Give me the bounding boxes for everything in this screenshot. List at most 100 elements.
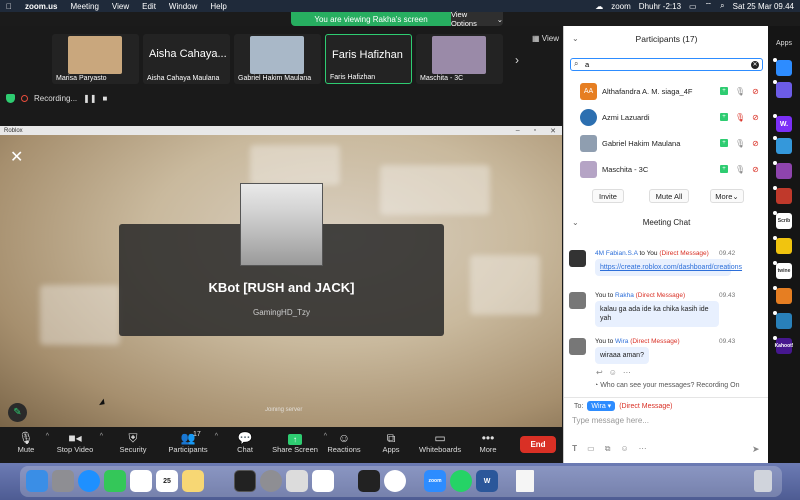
app-icon[interactable] — [773, 236, 792, 254]
file-icon[interactable]: ▭ — [587, 444, 595, 454]
chevron-up-icon[interactable]: ^ — [215, 433, 218, 440]
apple-icon[interactable]:  — [6, 2, 12, 11]
close-icon[interactable]: ✕ — [10, 147, 23, 167]
share-screen-button[interactable]: ↑ Share Screen ^ — [272, 431, 327, 454]
security-button[interactable]: ⛨ Security — [117, 431, 149, 454]
more-dots-icon[interactable]: ⋯ — [623, 368, 631, 377]
document-icon[interactable] — [516, 470, 534, 492]
battery-icon[interactable]: ▭ — [689, 2, 697, 11]
more-button[interactable]: ••• More — [477, 431, 499, 454]
trash-icon[interactable] — [754, 470, 772, 492]
app-icon[interactable] — [773, 311, 792, 329]
emoji-icon[interactable]: ☺ — [620, 444, 628, 454]
finder-icon[interactable] — [26, 470, 48, 492]
avatar — [569, 250, 586, 267]
microphone-icon[interactable]: 🎙 — [735, 139, 745, 148]
pause-recording-icon[interactable]: ❚❚ — [83, 94, 96, 103]
roblox-studio-icon[interactable] — [312, 470, 334, 492]
participant-row[interactable]: Azmi Lazuardi + 🎙 ⊘ — [564, 104, 769, 130]
terminal-icon[interactable] — [234, 470, 256, 492]
messages-icon[interactable] — [104, 470, 126, 492]
participants-button[interactable]: 👥 17 Participants ^ — [167, 431, 218, 454]
participant-row[interactable]: AA Althafandra A. M. siaga_4F + 🎙 ⊘ — [564, 78, 769, 104]
notes-icon[interactable] — [182, 470, 204, 492]
more-options-button[interactable]: More ⌄ — [710, 189, 744, 203]
mute-all-button[interactable]: Mute All — [649, 189, 689, 203]
search-icon[interactable]: ⌕ — [720, 1, 724, 11]
menu-help[interactable]: Help — [210, 2, 226, 11]
app-icon[interactable] — [773, 80, 792, 98]
view-button[interactable]: ▦ View — [532, 34, 559, 43]
chevron-up-icon[interactable]: ^ — [100, 433, 103, 440]
chrome-icon[interactable] — [384, 470, 406, 492]
shared-screen[interactable]: ✕ KBot [RUSH and JACK] GamingHD_Tzy Join… — [0, 135, 562, 427]
menu-view[interactable]: View — [112, 2, 129, 11]
stop-recording-icon[interactable]: ■ — [103, 94, 108, 103]
emoji-icon[interactable]: ☺ — [609, 368, 617, 377]
app-icon[interactable] — [773, 161, 792, 179]
app-icon[interactable] — [773, 286, 792, 304]
chevron-up-icon[interactable]: ^ — [46, 433, 49, 440]
chat-input[interactable]: Type message here... — [572, 416, 649, 425]
chat-bubble-icon: 💬 — [237, 431, 253, 445]
video-tile-active-speaker[interactable]: Faris Hafizhan Faris Hafizhan — [325, 34, 412, 84]
mute-button[interactable]: 🎙 Mute ^ — [12, 431, 49, 454]
participant-search-input[interactable] — [585, 59, 745, 69]
participant-row[interactable]: Maschita - 3C + 🎙 ⊘ — [564, 156, 769, 182]
apps-button[interactable]: ⧉ Apps — [380, 431, 402, 454]
preview-icon[interactable] — [286, 470, 308, 492]
microphone-icon[interactable]: 🎙 — [735, 87, 745, 96]
screenshot-icon[interactable]: ⧉ — [605, 444, 611, 454]
privacy-notice[interactable]: ◔ Who can see your messages? Recording O… — [594, 382, 739, 389]
whatsapp-icon[interactable] — [450, 470, 472, 492]
participant-search[interactable]: ⌕ ✕ — [570, 58, 763, 71]
menu-window[interactable]: Window — [169, 2, 197, 11]
clear-search-icon[interactable]: ✕ — [751, 60, 759, 69]
chat-button[interactable]: 💬 Chat — [233, 431, 257, 454]
zoom-icon[interactable]: zoom — [424, 470, 446, 492]
message-link[interactable]: https://create.roblox.com/dashboard/crea… — [595, 259, 742, 276]
activity-monitor-icon[interactable] — [358, 470, 380, 492]
microphone-icon[interactable]: 🎙 — [735, 165, 745, 174]
gallery-next-icon[interactable]: › — [515, 53, 519, 67]
app-icon[interactable]: Kahoot! — [773, 336, 793, 354]
stop-video-button[interactable]: ■◂ Stop Video ^ — [56, 431, 103, 454]
app-icon[interactable] — [773, 186, 792, 204]
whiteboards-button[interactable]: ▭ Whiteboards — [419, 431, 461, 454]
launchpad-icon[interactable] — [52, 470, 74, 492]
cloud-icon[interactable]: ☁ — [595, 2, 603, 11]
video-tile[interactable]: Aisha Cahaya... Aisha Cahaya Maulana — [143, 34, 230, 84]
video-tile[interactable]: Marisa Paryasto — [52, 34, 139, 84]
format-icon[interactable]: 𝐓 — [572, 444, 577, 454]
video-tile[interactable]: Maschita - 3C — [416, 34, 503, 84]
annotate-pencil-icon[interactable]: ✎ — [8, 403, 27, 422]
invite-button[interactable]: Invite — [592, 189, 624, 203]
menu-meeting[interactable]: Meeting — [70, 2, 98, 11]
recipient-dropdown[interactable]: Wira ▾ — [587, 401, 616, 411]
reactions-button[interactable]: ☺ Reactions — [327, 431, 361, 454]
send-icon[interactable]: ➤ — [752, 444, 760, 455]
calendar-icon[interactable]: 25 — [156, 470, 178, 492]
reply-icon[interactable]: ↩ — [596, 368, 603, 377]
word-icon[interactable]: W — [476, 470, 498, 492]
system-settings-icon[interactable] — [260, 470, 282, 492]
app-icon[interactable]: twine — [773, 261, 792, 279]
more-dots-icon[interactable]: ⋯ — [639, 444, 647, 454]
zoom-status[interactable]: zoom — [611, 2, 631, 11]
app-icon[interactable]: Scrib — [773, 211, 792, 229]
view-options-button[interactable]: View Options ⌄ — [451, 10, 503, 28]
clock[interactable]: Sat 25 Mar 09.44 — [733, 2, 794, 11]
safari-icon[interactable] — [78, 470, 100, 492]
menu-edit[interactable]: Edit — [142, 2, 156, 11]
end-meeting-button[interactable]: End — [520, 436, 556, 453]
app-icon[interactable] — [773, 136, 792, 154]
participant-row[interactable]: Gabriel Hakim Maulana + 🎙 ⊘ — [564, 130, 769, 156]
wifi-icon[interactable]: ⌔ — [705, 1, 713, 11]
app-icon[interactable]: W. — [773, 114, 792, 132]
video-tile[interactable]: Gabriel Hakim Maulana — [234, 34, 321, 84]
menu-app[interactable]: zoom.us — [25, 2, 57, 11]
photos-icon[interactable] — [130, 470, 152, 492]
app-icon[interactable] — [773, 58, 792, 76]
microphone-muted-icon[interactable]: 🎙 — [735, 113, 745, 122]
prayer-time[interactable]: Dhuhr -2:13 — [639, 2, 681, 11]
